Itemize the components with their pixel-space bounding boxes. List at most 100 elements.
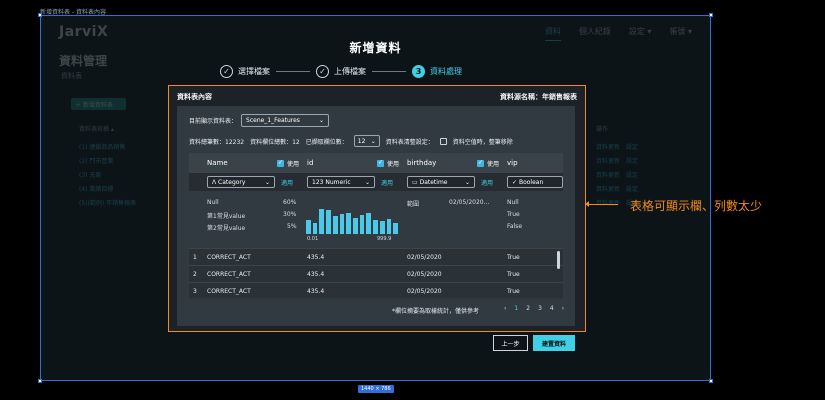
bg-op-link: 資料更新 設定 — [596, 144, 639, 151]
chevron-down-icon: ⌄ — [464, 178, 470, 186]
build-data-button[interactable]: 建置資料 — [533, 335, 575, 351]
table-select-value: Scene_1_Features — [246, 117, 300, 124]
stat-label: Null — [507, 199, 519, 206]
prev-page-icon[interactable]: ‹ — [504, 305, 506, 312]
histogram-bar — [353, 218, 358, 234]
category-icon: Ʌ — [212, 178, 217, 186]
histogram-bar — [366, 213, 372, 234]
histogram-bar — [326, 210, 331, 234]
hist-max: 999.9 — [377, 236, 392, 242]
jarvix-logo: JarviX — [59, 24, 109, 40]
histogram-bar — [339, 214, 345, 234]
stat-label: Null — [207, 199, 219, 206]
step-upload-file: ✓ 上傳檔案 — [316, 65, 366, 78]
histogram-bar — [319, 209, 325, 234]
picked-cols-label: 已擷取欄位數： — [305, 138, 348, 146]
table-row: 2 CORRECT_ACT 435.4 02/05/2020 True — [189, 265, 563, 282]
stat-label: 範圍 — [407, 201, 420, 208]
column-name: vip — [507, 159, 518, 167]
total-rows: 資料總筆數：12232 — [189, 138, 245, 146]
size-badge: 1440 × 786 — [358, 385, 394, 393]
prev-step-button[interactable]: 上一步 — [493, 335, 528, 351]
clean-option-label: 資料空值時，整筆移除 — [452, 138, 513, 146]
total-cols: 資料欄位總數：12 — [250, 138, 300, 146]
table-select-label: 目前顯示資料表： — [189, 118, 238, 125]
use-checkbox[interactable] — [376, 159, 384, 167]
bg-list-item: (4) 業績目標 — [79, 186, 114, 193]
step-label: 資料處理 — [430, 67, 462, 76]
cell-birthday: 02/05/2020 — [407, 288, 442, 295]
picked-cols-select[interactable]: 12 ⌄ — [353, 135, 380, 147]
stat-label: False — [507, 223, 523, 230]
cell-birthday: 02/05/2020 — [407, 271, 442, 278]
bg-op-link: 資料更新 設定 — [596, 172, 639, 179]
histogram-bar — [393, 223, 399, 234]
type-select[interactable]: Ʌ Category ⌄ — [207, 176, 275, 188]
panel-title: 資料表內容 — [177, 93, 212, 101]
table-row: 1 CORRECT_ACT 435.4 02/05/2020 True — [189, 248, 563, 265]
annotation-text: 表格可顯示欄、列數太少 — [630, 199, 763, 213]
bg-add-table-button: ＋ 新增資料表 — [71, 98, 126, 110]
column-name: birthday — [407, 159, 437, 167]
resize-handle[interactable] — [38, 379, 42, 383]
column-header: id 使用 — [303, 153, 403, 173]
type-select[interactable]: ▭ Datetime ⌄ — [407, 176, 475, 188]
step-label: 選擇檔案 — [238, 67, 270, 76]
cell-id: 435.4 — [307, 271, 325, 278]
type-select[interactable]: 123 Numeric ⌄ — [307, 176, 375, 188]
step-label: 上傳檔案 — [334, 67, 366, 76]
stat-value: 02/05/2020... — [449, 199, 490, 206]
type-select[interactable]: ✓ Boolean — [507, 176, 563, 188]
column-summary-row: Null 60% 第1常見value 30% 第2常見value 5% 0.01… — [189, 191, 563, 248]
chevron-down-icon: ⌄ — [364, 178, 370, 186]
apply-link[interactable]: 適用 — [281, 178, 293, 187]
histogram-bar — [312, 223, 318, 234]
apply-link[interactable]: 適用 — [481, 178, 493, 187]
column-header: vip — [503, 153, 563, 173]
cell-id: 435.4 — [307, 254, 325, 261]
resize-handle[interactable] — [38, 13, 42, 17]
resize-handle[interactable] — [709, 379, 713, 383]
table-header-row: Name 使用 id 使用 birthday 使用 vip — [189, 153, 563, 173]
column-name: Name — [207, 159, 228, 167]
bg-op-link: 資料更新 設定 — [596, 158, 639, 165]
chevron-down-icon: ⌄ — [264, 178, 270, 186]
page-2[interactable]: 2 — [526, 305, 530, 312]
bg-page-subtitle: 資料表 — [61, 72, 82, 80]
resize-handle[interactable] — [709, 13, 713, 17]
source-name: 資料源名稱：年銷售報表 — [500, 93, 577, 101]
table-preview-area: 目前顯示資料表： Scene_1_Features ⌄ 資料總筆數：12232 … — [177, 106, 575, 326]
column-header: birthday 使用 — [403, 153, 503, 173]
cell-vip: True — [507, 288, 520, 295]
chevron-down-icon: ⌄ — [370, 137, 376, 145]
page-4[interactable]: 4 — [550, 305, 554, 312]
row-number: 2 — [193, 271, 197, 278]
stat-value: 30% — [283, 211, 297, 218]
picked-cols-value: 12 — [357, 137, 366, 145]
use-checkbox[interactable] — [276, 159, 284, 167]
step-data-processing: 3 資料處理 — [412, 65, 462, 78]
step-connector — [372, 71, 406, 72]
page-1[interactable]: 1 — [514, 305, 518, 312]
pagination: ‹ 1 2 3 4 › — [504, 305, 564, 312]
histogram-bar — [359, 215, 365, 234]
next-page-icon[interactable]: › — [562, 305, 564, 312]
step-connector — [276, 71, 310, 72]
table-row: 3 CORRECT_ACT 435.4 02/05/2020 True — [189, 282, 563, 298]
table-scrollbar[interactable] — [557, 251, 560, 269]
apply-link[interactable]: 適用 — [381, 178, 393, 187]
type-value: Boolean — [518, 178, 544, 186]
page-3[interactable]: 3 — [538, 305, 542, 312]
clean-checkbox[interactable] — [439, 137, 447, 145]
use-checkbox[interactable] — [476, 159, 484, 167]
hist-min: 0.01 — [307, 236, 319, 242]
use-label: 使用 — [286, 160, 299, 168]
stat-label: 第2常見value — [207, 225, 246, 232]
histogram-bar — [386, 219, 392, 234]
bg-list-item: (1) 連鎖商品銷售 — [79, 144, 126, 151]
table-select[interactable]: Scene_1_Features ⌄ — [241, 114, 330, 127]
stat-label: True — [507, 211, 520, 218]
histogram-bar — [379, 221, 385, 234]
row-number: 1 — [193, 254, 197, 261]
bg-op-header: 操作 — [596, 126, 609, 133]
